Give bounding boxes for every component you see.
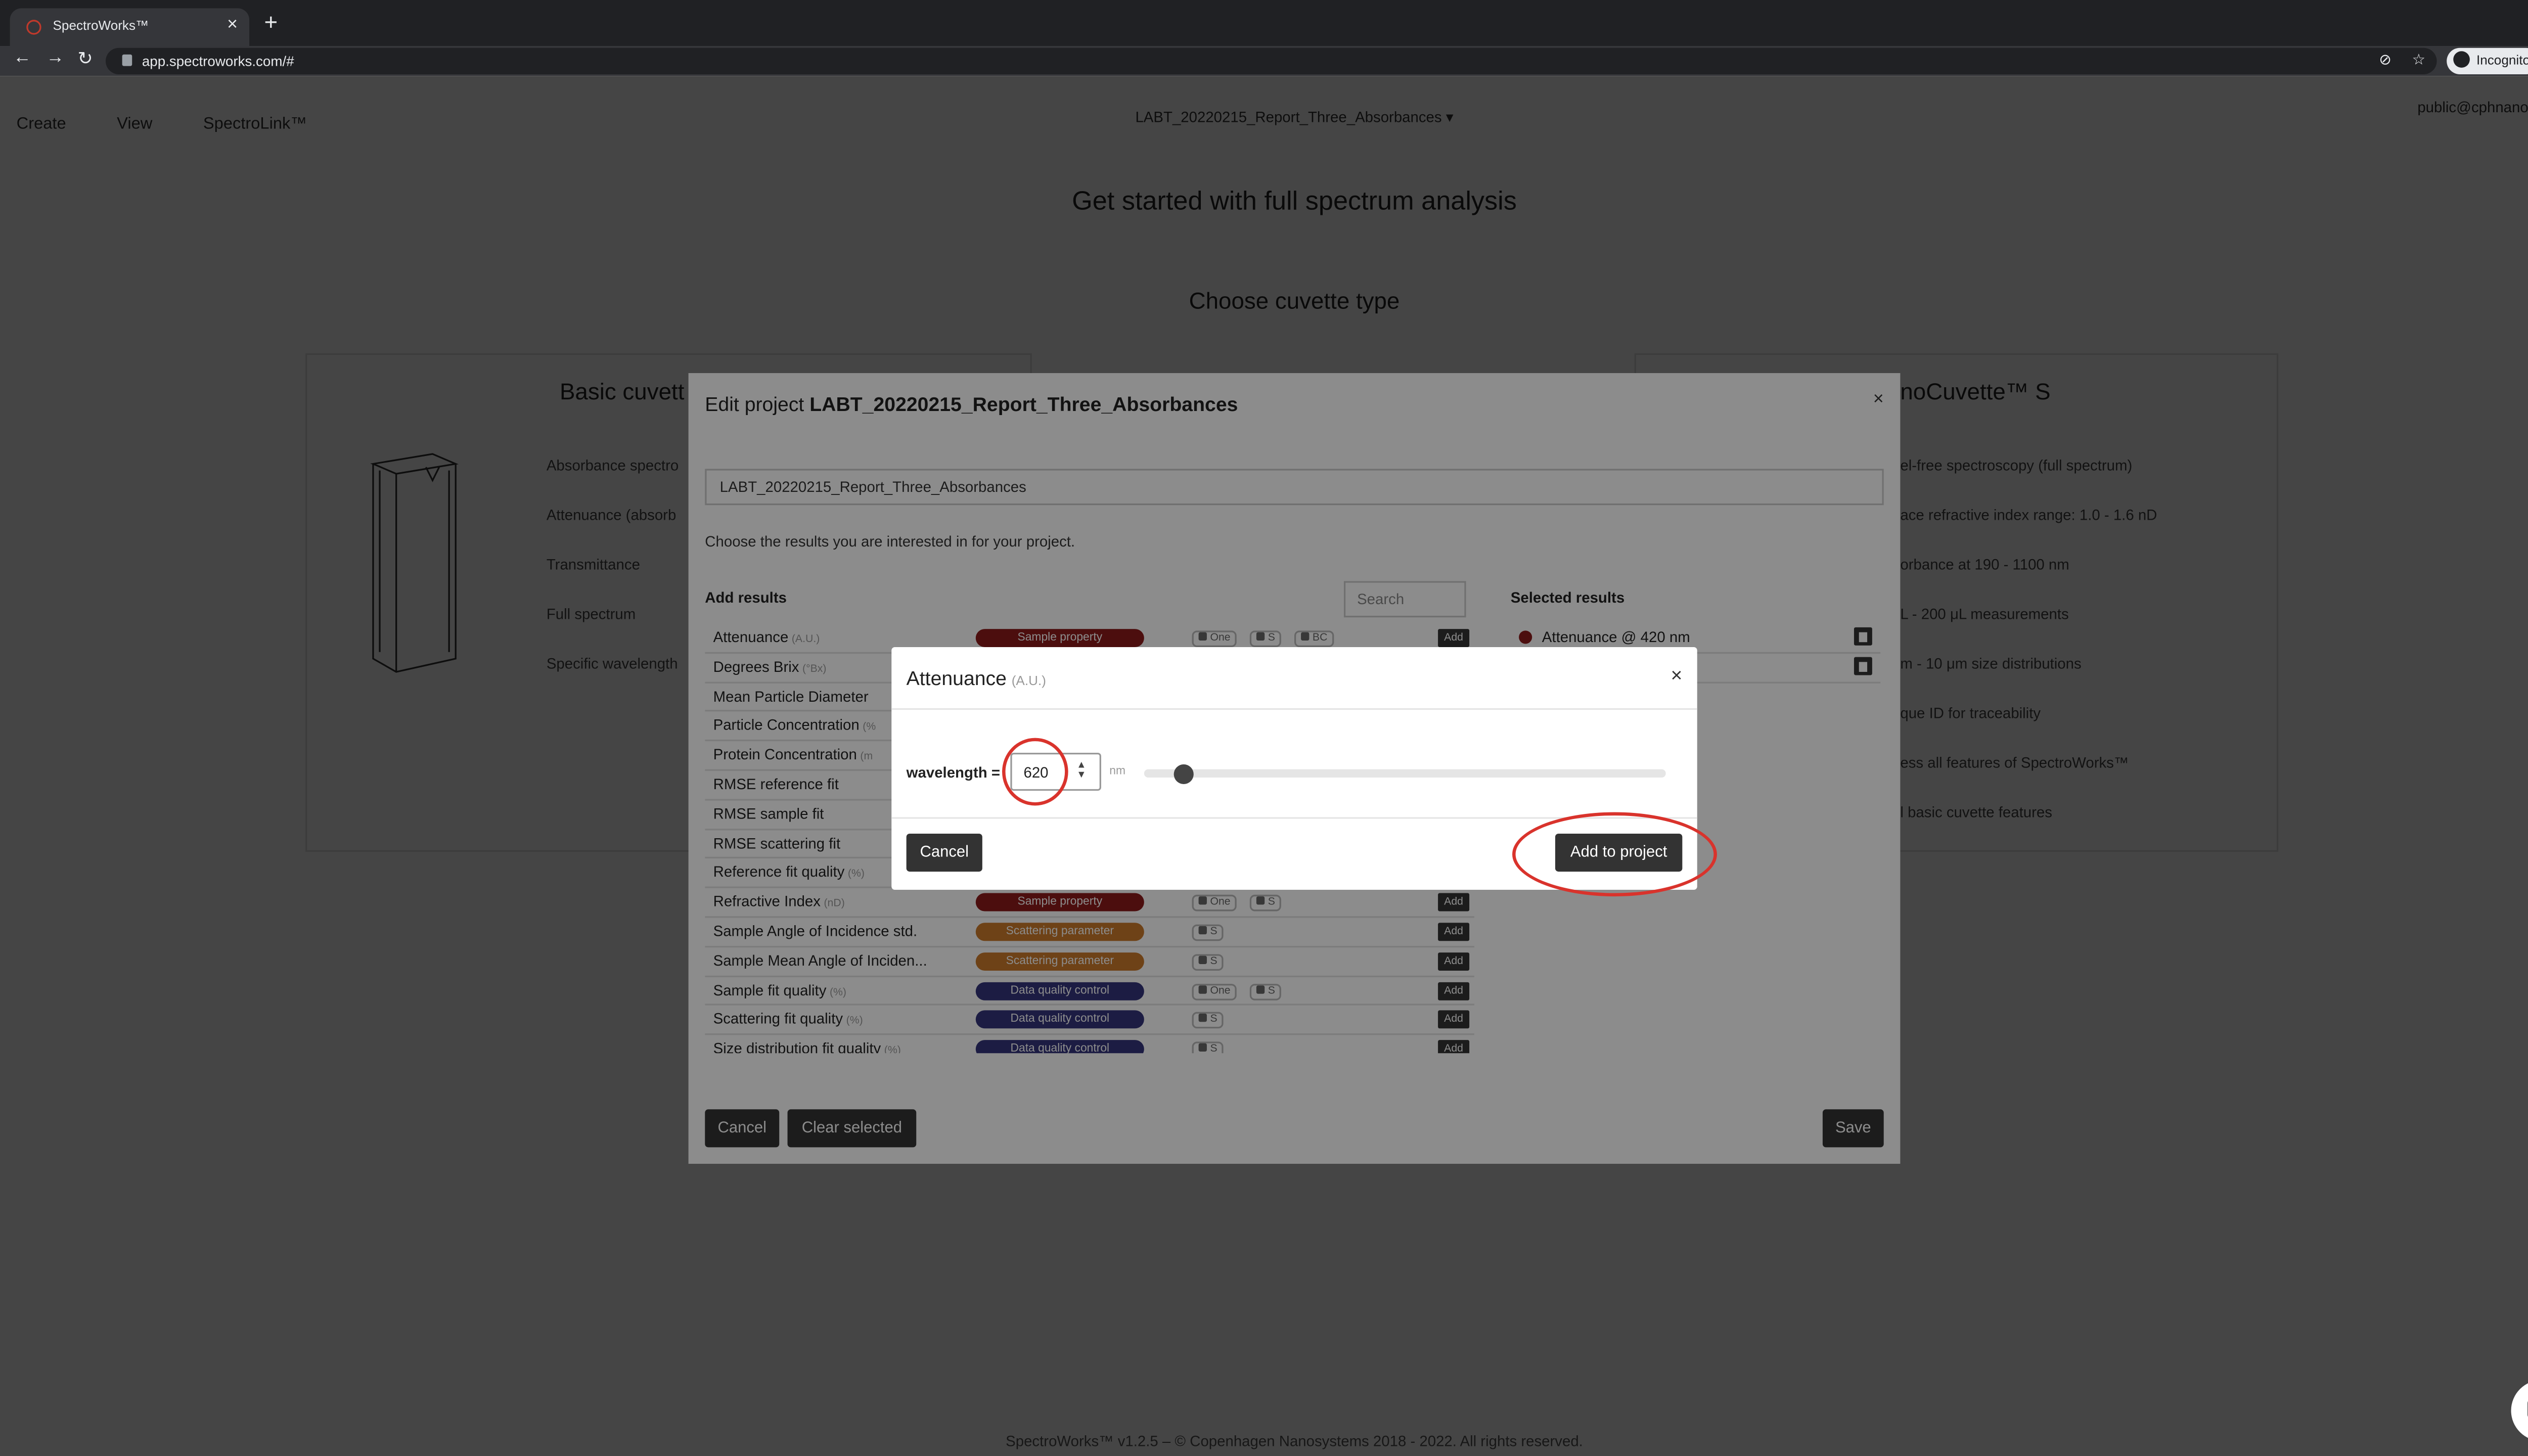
wavelength-label: wavelength =	[906, 764, 1001, 781]
dialog-title-text: Attenuance	[906, 667, 1007, 690]
incognito-icon	[2453, 51, 2470, 68]
back-icon[interactable]: ←	[13, 48, 31, 68]
dialog-cancel-button[interactable]: Cancel	[906, 833, 982, 872]
divider	[891, 708, 1697, 710]
highlight-circle-add-button	[1512, 812, 1717, 897]
address-bar-row: ← → ↻ app.spectroworks.com/# ⊘ ☆ Incogni…	[0, 46, 2528, 76]
close-tab-icon[interactable]: ×	[227, 15, 238, 34]
new-tab-icon[interactable]: +	[264, 8, 278, 34]
slider-thumb[interactable]	[1174, 764, 1194, 785]
eye-off-icon[interactable]: ⊘	[2379, 51, 2391, 69]
url-text: app.spectroworks.com/#	[142, 53, 294, 70]
close-icon[interactable]: ×	[1671, 664, 1682, 687]
spinner-arrows-icon[interactable]: ▲ ▼	[1076, 761, 1086, 781]
omnibox[interactable]: app.spectroworks.com/# ⊘ ☆	[105, 48, 2437, 74]
favicon-icon	[26, 20, 41, 35]
lock-icon	[122, 54, 132, 66]
tab-title: SpectroWorks™	[53, 18, 149, 33]
star-icon[interactable]: ☆	[2412, 51, 2425, 69]
dialog-unit: (A.U.)	[1011, 673, 1046, 689]
screen: SpectroWorks™ × + ⌄ ← → ↻ app.spectrowor…	[0, 0, 2528, 1456]
highlight-circle-wavelength	[1002, 738, 1068, 806]
forward-icon[interactable]: →	[46, 48, 64, 68]
reload-icon[interactable]: ↻	[77, 48, 93, 69]
browser-tab[interactable]: SpectroWorks™ ×	[10, 8, 250, 47]
wavelength-unit: nm	[1109, 766, 1126, 778]
incognito-label: Incognito	[2476, 53, 2528, 68]
incognito-badge[interactable]: Incognito	[2447, 48, 2528, 74]
dialog-title: Attenuance (A.U.)	[907, 667, 1046, 690]
browser-tab-bar: SpectroWorks™ × + ⌄	[0, 0, 2528, 47]
wavelength-slider[interactable]	[1144, 764, 1666, 785]
